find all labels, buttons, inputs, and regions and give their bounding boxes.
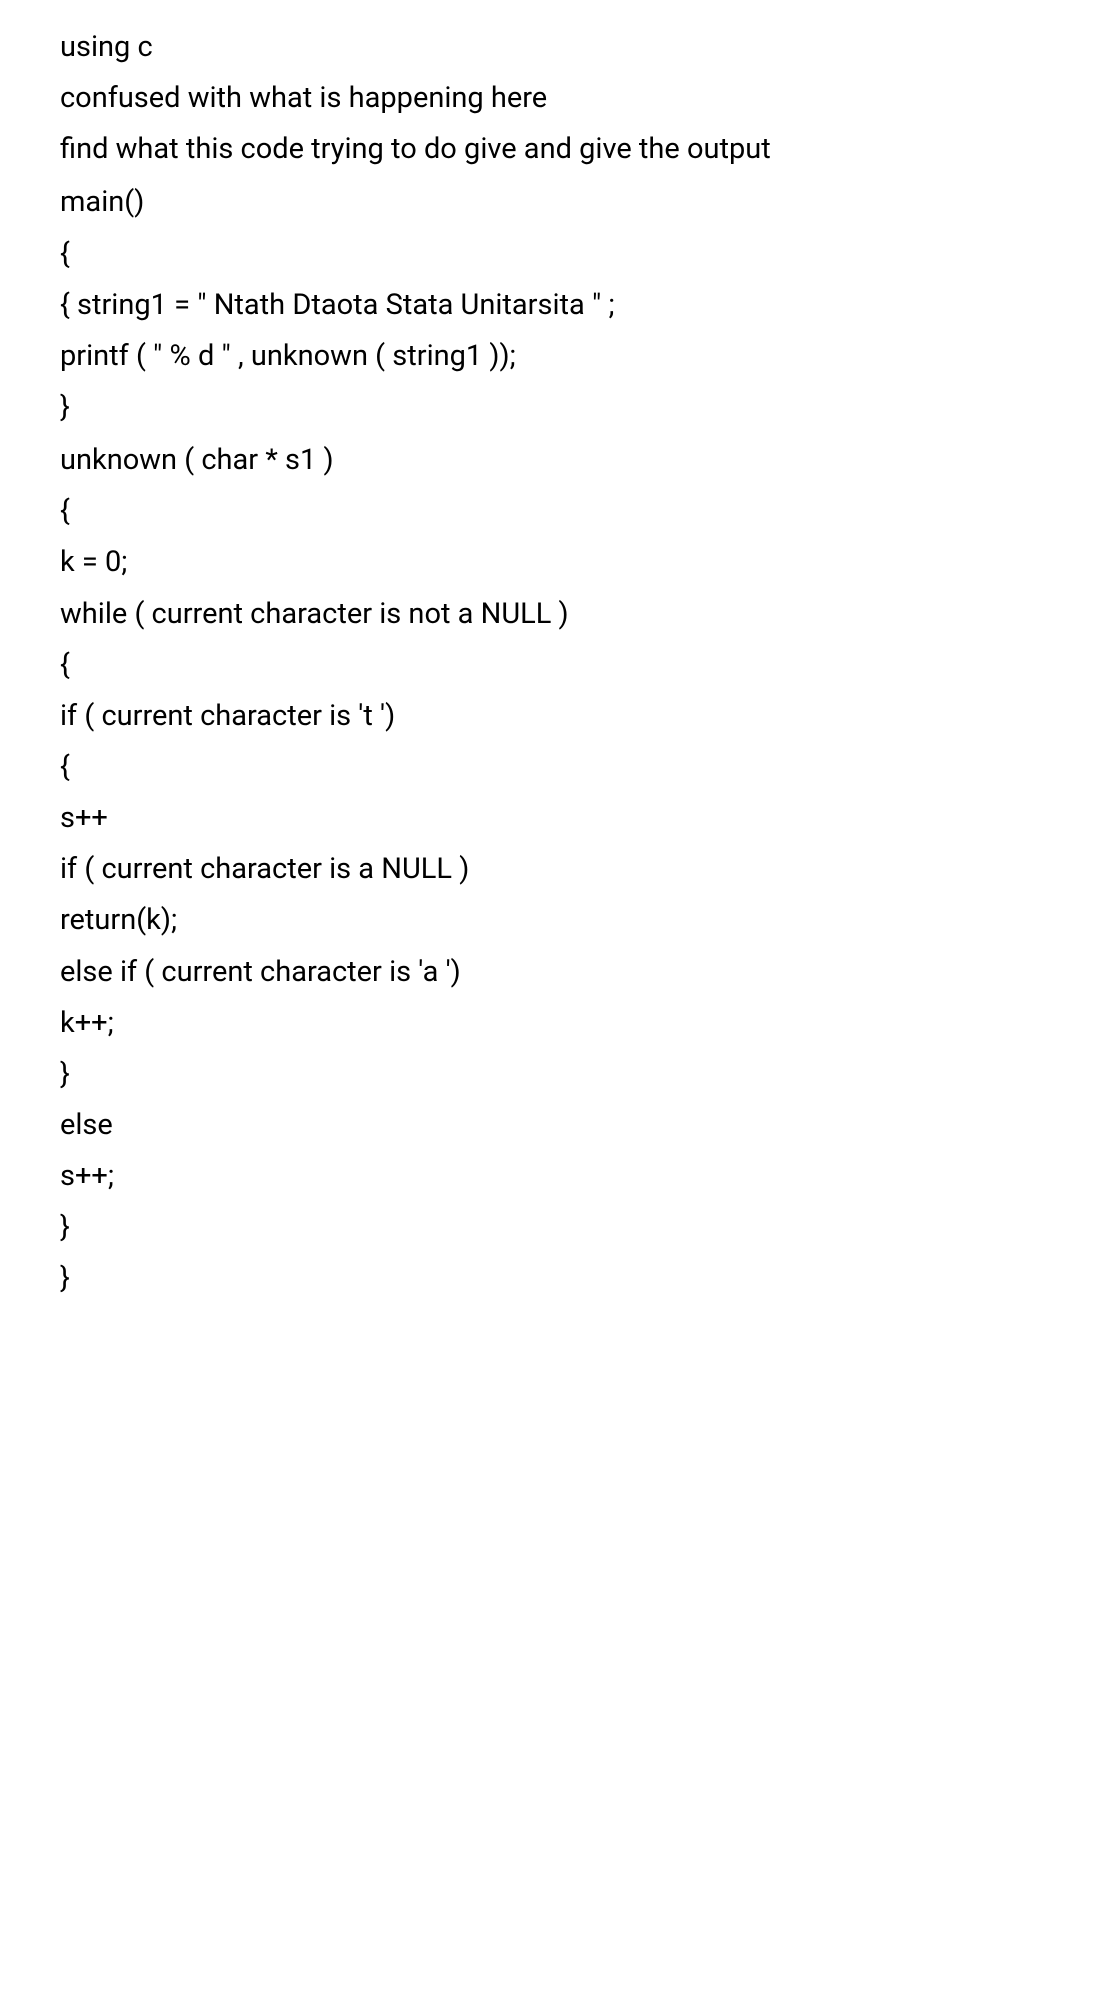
code-line: return(k);: [60, 901, 1047, 940]
code-line: {: [60, 748, 1047, 787]
code-line: }: [60, 388, 1047, 427]
code-line: main(): [60, 183, 1047, 222]
code-line: }: [60, 1259, 1047, 1298]
code-line: }: [60, 1208, 1047, 1247]
code-line: else if ( current character is 'a '): [60, 953, 1047, 992]
code-line: while ( current character is not a NULL …: [60, 595, 1047, 634]
code-line: {: [60, 235, 1047, 274]
code-line: { string1 = " Ntath Dtaota Stata Unitars…: [60, 286, 1047, 325]
code-line: k++;: [60, 1004, 1047, 1043]
code-line: else: [60, 1106, 1047, 1145]
code-line: if ( current character is 't '): [60, 697, 1047, 736]
text-line: using c: [60, 28, 1047, 67]
code-line: if ( current character is a NULL ): [60, 850, 1047, 889]
code-line: s++;: [60, 1157, 1047, 1196]
code-line: printf ( " % d " , unknown ( string1 ));: [60, 337, 1047, 376]
code-line: {: [60, 492, 1047, 531]
code-line: k = 0;: [60, 543, 1047, 582]
text-line: find what this code trying to do give an…: [60, 130, 1047, 169]
code-line: s++: [60, 799, 1047, 838]
text-line: confused with what is happening here: [60, 79, 1047, 118]
code-line: {: [60, 646, 1047, 685]
code-line: }: [60, 1055, 1047, 1094]
code-line: unknown ( char * s1 ): [60, 441, 1047, 480]
